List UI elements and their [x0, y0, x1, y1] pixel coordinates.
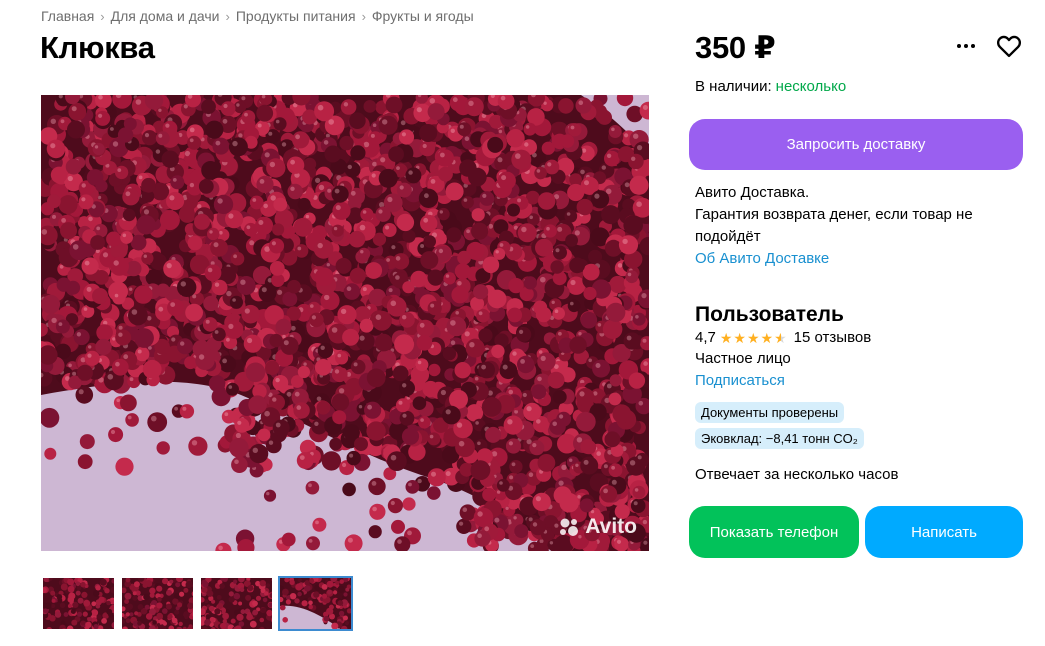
breadcrumb-separator: ›	[100, 8, 105, 24]
more-dot-icon	[964, 44, 968, 48]
delivery-title: Авито Доставка.	[695, 184, 810, 201]
request-delivery-button[interactable]: Запросить доставку	[689, 119, 1023, 170]
avito-watermark: Avito	[558, 515, 637, 539]
badge-documents-verified[interactable]: Документы проверены	[695, 402, 845, 423]
cranberries-photo	[41, 95, 649, 551]
thumbnail-image	[280, 578, 351, 629]
show-phone-button[interactable]: Показать телефон	[689, 506, 859, 558]
star-icon: ★	[760, 329, 774, 346]
star-icon: ★	[719, 329, 733, 346]
price: 350 ₽	[695, 30, 776, 65]
more-dot-icon	[971, 44, 975, 48]
star-icon: ★	[746, 329, 760, 346]
more-options-button[interactable]	[952, 36, 980, 56]
thumbnail-image	[43, 578, 114, 629]
stock-status: В наличии: несколько	[695, 78, 846, 95]
about-delivery-link[interactable]: Об Авито Доставке	[695, 248, 995, 270]
delivery-guarantee: Гарантия возврата денег, если товар не п…	[695, 206, 973, 245]
breadcrumb-item-home-garden[interactable]: Для дома и дачи	[111, 8, 220, 24]
subscribe-link[interactable]: Подписаться	[695, 372, 785, 389]
thumbnail-4-active[interactable]	[278, 576, 353, 631]
seller-type: Частное лицо	[695, 350, 791, 367]
delivery-info: Авито Доставка. Гарантия возврата денег,…	[695, 182, 995, 270]
avito-logo-icon	[560, 518, 579, 536]
thumbnail-image	[201, 578, 272, 629]
watermark-text: Avito	[585, 515, 637, 538]
stock-label: В наличии:	[695, 78, 772, 95]
star-icon: ★	[733, 329, 746, 346]
star-half-icon: ★	[774, 329, 787, 346]
rating-value: 4,7	[695, 329, 716, 346]
breadcrumb-item-home[interactable]: Главная	[41, 8, 94, 24]
breadcrumb-separator: ›	[225, 8, 230, 24]
seller-rating: 4,7 ★ ★ ★ ★ ★ 15 отзывов	[695, 329, 871, 346]
thumbnail-3[interactable]	[199, 576, 274, 631]
reviews-link[interactable]: 15 отзывов	[794, 329, 872, 346]
seller-name[interactable]: Пользователь	[695, 303, 844, 327]
thumbnail-2[interactable]	[120, 576, 195, 631]
response-time: Отвечает за несколько часов	[695, 466, 899, 483]
main-photo[interactable]: Avito	[41, 95, 649, 551]
thumbnail-1[interactable]	[41, 576, 116, 631]
rating-stars: ★ ★ ★ ★ ★	[720, 331, 788, 345]
write-message-button[interactable]: Написать	[865, 506, 1023, 558]
breadcrumb-separator: ›	[361, 8, 366, 24]
favorite-heart-icon[interactable]	[995, 32, 1023, 60]
breadcrumb: Главная › Для дома и дачи › Продукты пит…	[41, 8, 474, 24]
badge-eco-contribution[interactable]: Эковклад: −8,41 тонн CO₂	[695, 428, 864, 449]
thumbnail-image	[122, 578, 193, 629]
stock-value: несколько	[775, 78, 847, 95]
photo-thumbnails	[41, 576, 353, 631]
more-dot-icon	[957, 44, 961, 48]
page-title: Клюква	[40, 30, 155, 65]
breadcrumb-item-food[interactable]: Продукты питания	[236, 8, 356, 24]
breadcrumb-item-fruits[interactable]: Фрукты и ягоды	[372, 8, 474, 24]
